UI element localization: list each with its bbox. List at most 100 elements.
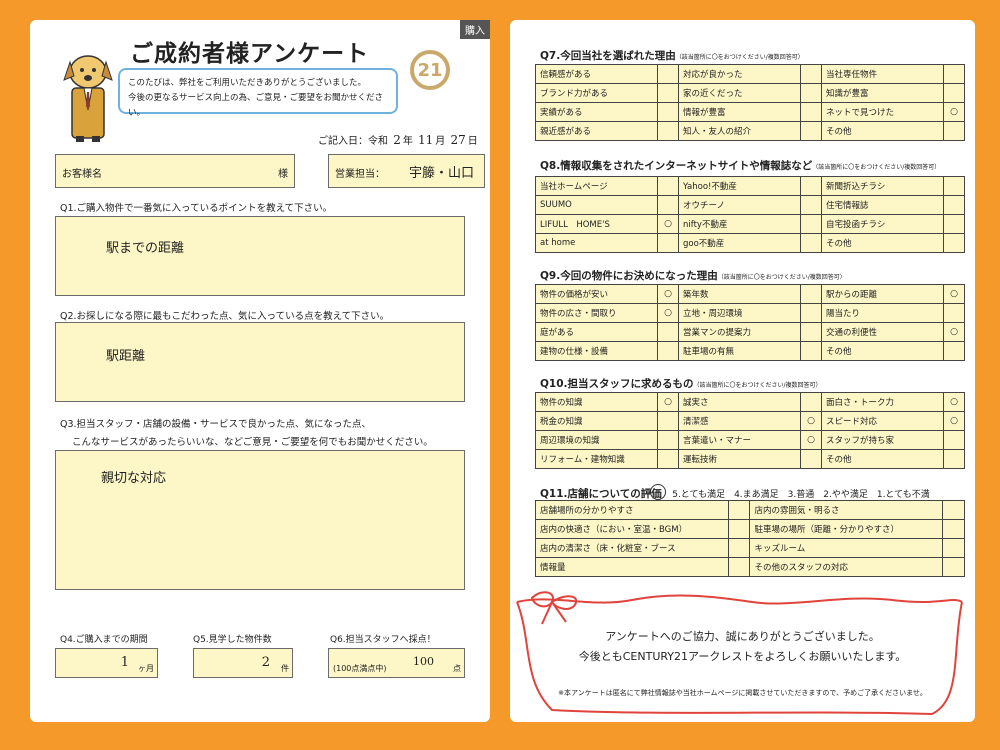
q8-checkbox[interactable]: ○ — [657, 214, 679, 234]
q10-checkbox[interactable]: ○ — [943, 392, 965, 412]
q9-checkbox[interactable] — [657, 341, 679, 361]
q10-checkbox[interactable] — [657, 430, 679, 450]
q9-checkbox[interactable] — [800, 322, 822, 342]
q9-checkbox[interactable]: ○ — [657, 303, 679, 323]
date-day[interactable]: 27 — [450, 133, 465, 147]
q7-option[interactable]: その他 — [821, 121, 944, 141]
q10-option[interactable]: スピード対応 — [821, 411, 944, 431]
q9-checkbox[interactable] — [800, 284, 822, 304]
q8-option[interactable]: 自宅投函チラシ — [821, 214, 944, 234]
q10-checkbox[interactable]: ○ — [800, 411, 822, 431]
q7-option[interactable]: 実績がある — [535, 102, 658, 122]
q9-checkbox[interactable] — [943, 341, 965, 361]
q8-checkbox[interactable] — [800, 214, 822, 234]
q10-checkbox[interactable] — [800, 392, 822, 412]
q7-option[interactable]: 情報が豊富 — [678, 102, 801, 122]
q10-option[interactable]: 清潔感 — [678, 411, 801, 431]
q11-checkbox[interactable] — [942, 557, 965, 577]
q9-checkbox[interactable]: ○ — [943, 284, 965, 304]
q7-option[interactable]: 家の近くだった — [678, 83, 801, 103]
q7-option[interactable]: 親近感がある — [535, 121, 658, 141]
q11-option[interactable]: 店舗場所の分かりやすさ — [535, 500, 729, 520]
q10-option[interactable]: 税金の知識 — [535, 411, 658, 431]
q7-option[interactable]: ブランド力がある — [535, 83, 658, 103]
q9-checkbox[interactable] — [800, 341, 822, 361]
q8-option[interactable]: 住宅情報誌 — [821, 195, 944, 215]
q11-option[interactable]: 駐車場の場所（距離・分かりやすさ） — [749, 519, 943, 539]
q11-checkbox[interactable] — [727, 519, 751, 539]
q8-option[interactable]: オウチーノ — [678, 195, 801, 215]
q8-checkbox[interactable] — [657, 176, 679, 196]
q11-checkbox[interactable] — [727, 500, 751, 520]
sales-staff-field[interactable]: 営業担当： 宇籐・山口 — [328, 154, 485, 188]
q10-checkbox[interactable] — [657, 449, 679, 469]
q9-option[interactable]: 築年数 — [678, 284, 801, 304]
q7-checkbox[interactable] — [657, 83, 679, 103]
q8-option[interactable]: SUUMO — [535, 195, 658, 215]
q9-option[interactable]: 庭がある — [535, 322, 658, 342]
q8-option[interactable]: 当社ホームページ — [535, 176, 658, 196]
q7-option[interactable]: 当社専任物件 — [821, 64, 944, 84]
q9-option[interactable]: 物件の価格が安い — [535, 284, 658, 304]
q7-checkbox[interactable] — [657, 121, 679, 141]
q7-checkbox[interactable]: ○ — [943, 102, 965, 122]
q10-checkbox[interactable]: ○ — [657, 392, 679, 412]
q7-checkbox[interactable] — [800, 64, 822, 84]
q8-checkbox[interactable] — [800, 195, 822, 215]
q10-checkbox[interactable] — [943, 449, 965, 469]
q9-option[interactable]: 営業マンの提案力 — [678, 322, 801, 342]
q7-option[interactable]: 信頼感がある — [535, 64, 658, 84]
q9-checkbox[interactable] — [657, 322, 679, 342]
q8-checkbox[interactable] — [657, 233, 679, 253]
q8-option[interactable]: その他 — [821, 233, 944, 253]
q9-option[interactable]: その他 — [821, 341, 944, 361]
q10-option[interactable]: 周辺環境の知識 — [535, 430, 658, 450]
q9-option[interactable]: 陽当たり — [821, 303, 944, 323]
q10-option[interactable]: 物件の知識 — [535, 392, 658, 412]
q9-option[interactable]: 交通の利便性 — [821, 322, 944, 342]
q8-checkbox[interactable] — [800, 176, 822, 196]
q1-answer-field[interactable]: 駅までの距離 — [55, 216, 465, 296]
q7-option[interactable]: 対応が良かった — [678, 64, 801, 84]
q11-checkbox[interactable] — [942, 519, 965, 539]
q10-option[interactable]: その他 — [821, 449, 944, 469]
q11-option[interactable]: 店内の清潔さ（床・化粧室・ブース — [535, 538, 729, 558]
customer-name-field[interactable]: お客様名 様 — [55, 154, 295, 188]
q9-option[interactable]: 駐車場の有無 — [678, 341, 801, 361]
q7-checkbox[interactable] — [943, 64, 965, 84]
q8-option[interactable]: Yahoo!不動産 — [678, 176, 801, 196]
q11-option[interactable]: 情報量 — [535, 557, 729, 577]
q8-checkbox[interactable] — [657, 195, 679, 215]
q8-option[interactable]: at home — [535, 233, 658, 253]
q7-option[interactable]: 知人・友人の紹介 — [678, 121, 801, 141]
q8-checkbox[interactable] — [943, 176, 965, 196]
q7-option[interactable]: ネットで見つけた — [821, 102, 944, 122]
q11-option[interactable]: 店内の快適さ（におい・室温・BGM） — [535, 519, 729, 539]
q10-option[interactable]: 言葉遣い・マナー — [678, 430, 801, 450]
q7-checkbox[interactable] — [657, 102, 679, 122]
q7-option[interactable]: 知識が豊富 — [821, 83, 944, 103]
q8-option[interactable]: LIFULL HOME'S — [535, 214, 658, 234]
q9-option[interactable]: 建物の仕様・設備 — [535, 341, 658, 361]
q7-checkbox[interactable] — [800, 102, 822, 122]
q8-checkbox[interactable] — [943, 195, 965, 215]
q10-checkbox[interactable] — [800, 449, 822, 469]
q4-field[interactable]: 1 ヶ月 — [55, 648, 158, 678]
q10-checkbox[interactable] — [943, 430, 965, 450]
date-month[interactable]: 11 — [418, 133, 433, 147]
q7-checkbox[interactable] — [943, 121, 965, 141]
q9-checkbox[interactable]: ○ — [943, 322, 965, 342]
q7-checkbox[interactable] — [800, 83, 822, 103]
q10-option[interactable]: 誠実さ — [678, 392, 801, 412]
q3-answer-field[interactable]: 親切な対応 — [55, 450, 465, 590]
q11-option[interactable]: 店内の雰囲気・明るさ — [749, 500, 943, 520]
q9-option[interactable]: 立地・周辺環境 — [678, 303, 801, 323]
q8-checkbox[interactable] — [800, 233, 822, 253]
q10-option[interactable]: スタッフが持ち家 — [821, 430, 944, 450]
q9-option[interactable]: 物件の広さ・間取り — [535, 303, 658, 323]
q8-checkbox[interactable] — [943, 233, 965, 253]
q2-answer-field[interactable]: 駅距離 — [55, 322, 465, 402]
q8-checkbox[interactable] — [943, 214, 965, 234]
q7-checkbox[interactable] — [800, 121, 822, 141]
q10-checkbox[interactable]: ○ — [800, 430, 822, 450]
